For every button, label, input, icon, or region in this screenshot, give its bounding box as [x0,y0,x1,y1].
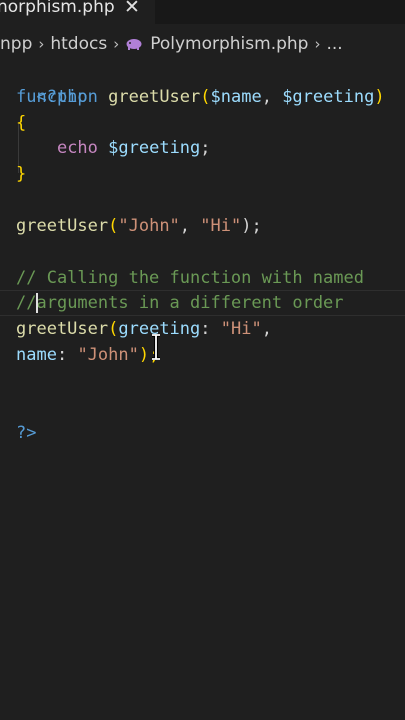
breadcrumb-item-htdocs[interactable]: htdocs [50,34,107,54]
php-close-tag: ?> [16,423,37,443]
mouse-ibeam-cursor-icon [152,334,160,360]
echo-keyword: echo [56,138,98,158]
chevron-right-icon: › [113,35,120,53]
call1-paren-open: ( [108,216,119,236]
echo-variable: $greeting [108,138,201,158]
code-line-7[interactable]: greetUser("John", "Hi"); [16,213,262,239]
editor-tab-bar: norphism.php ✕ [0,0,405,24]
param-comma: , [261,87,283,107]
call2-paren-open: ( [108,319,119,339]
call2-colon-1: : [200,319,221,339]
call2-colon-2: : [56,345,78,365]
function-name: greetUser [108,87,201,107]
call2-arg-john: "John" [77,345,139,365]
call1-comma: , [179,216,201,236]
call2-param-name: name [16,345,57,365]
call2-arg-hi: "Hi" [220,319,262,339]
code-line-5[interactable]: } [16,161,26,187]
param-name-var: $name [210,87,262,107]
code-line-10[interactable]: //arguments in a different order [16,290,344,316]
function-keyword: function [16,87,98,107]
code-line-2[interactable]: function greetUser($name, $greeting) [16,84,385,110]
text-caret [36,293,38,313]
call1-arg-john: "John" [118,216,180,236]
call1-arg-hi: "Hi" [200,216,242,236]
comment-line-2-text: arguments in a different order [36,293,344,313]
tab-polymorphism-php[interactable]: norphism.php ✕ [0,0,155,24]
code-line-4[interactable]: echo $greeting; [16,135,211,161]
comment-line-2-prefix: // [16,293,37,313]
comment-line-1: // Calling the function with named [16,268,364,288]
php-elephant-icon [126,39,142,50]
chevron-right-icon: › [314,35,321,53]
breadcrumb-item-symbols[interactable]: ... [326,34,342,54]
tab-label[interactable]: norphism.php [0,0,115,17]
close-icon[interactable]: ✕ [124,0,140,18]
brace-open: { [16,113,27,133]
chevron-right-icon: › [38,35,45,53]
call1-close: ); [241,216,262,236]
code-line-3[interactable]: { [16,110,26,136]
code-line-9[interactable]: // Calling the function with named [16,265,364,291]
code-line-1[interactable]: <?php [16,58,87,107]
call1-function: greetUser [16,216,109,236]
breadcrumb-item-file[interactable]: Polymorphism.php [125,34,308,54]
breadcrumb-item-npp[interactable]: npp [0,34,32,54]
paren-close: ) [374,87,385,107]
echo-semicolon: ; [200,138,211,158]
paren-open: ( [200,87,211,107]
brace-close: } [16,164,27,184]
code-line-11[interactable]: greetUser(greeting: "Hi", [16,316,272,342]
param-greeting-var: $greeting [282,87,375,107]
breadcrumb: npp › htdocs › Polymorphism.php › ... [0,30,405,58]
code-line-12[interactable]: name: "John"); [16,342,159,368]
code-line-15[interactable]: ?> [16,420,36,446]
call2-function: greetUser [16,319,109,339]
breadcrumb-file-label: Polymorphism.php [150,34,309,54]
call2-comma: , [261,319,272,339]
